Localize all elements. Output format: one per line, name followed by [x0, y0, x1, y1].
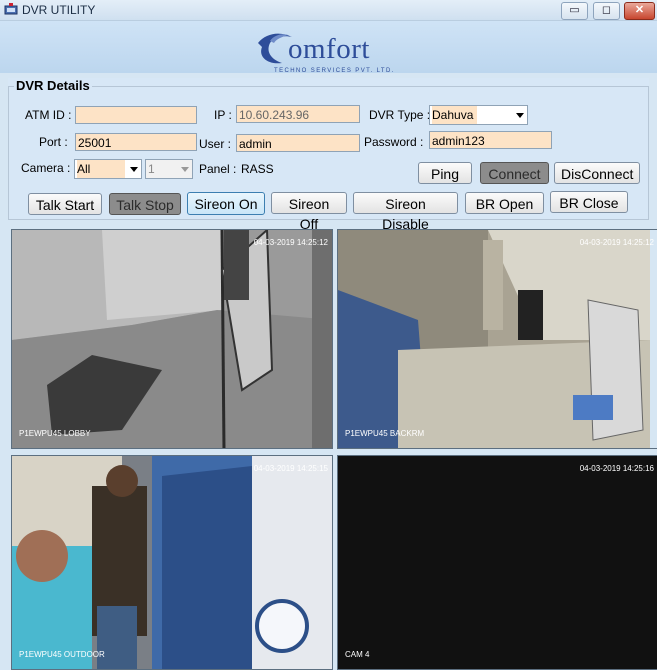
talk-stop-button[interactable]: Talk Stop: [109, 193, 181, 215]
dvr-details-title: DVR Details: [14, 78, 92, 93]
dvr-details-panel: DVR Details ATM ID : IP : 10.60.243.96 D…: [8, 78, 649, 232]
chevron-down-icon: [130, 167, 138, 172]
camera-4-name: CAM 4: [345, 650, 370, 659]
sireon-off-button[interactable]: Sireon Off: [271, 192, 347, 232]
window-title: DVR UTILITY: [22, 3, 96, 17]
camera-view-3[interactable]: 04-03-2019 14:25:15 P1EWPU45 OUTDOOR: [11, 455, 333, 670]
dvr-type-value: Dahuva: [432, 106, 478, 124]
sireon-disable-button[interactable]: Sireon Disable: [353, 192, 458, 232]
talk-start-button[interactable]: Talk Start: [28, 193, 102, 215]
camera-2-feed: [338, 230, 650, 448]
title-bar: DVR UTILITY ▭ ◻ ✕: [0, 0, 657, 21]
logo-wordmark: omfort: [288, 33, 370, 65]
app-icon: [4, 3, 18, 15]
panel-value: RASS: [241, 162, 274, 176]
channel-select[interactable]: 1: [145, 159, 193, 179]
camera-view-4[interactable]: 04-03-2019 14:25:16 CAM 4: [337, 455, 657, 670]
channel-value: 1: [148, 162, 155, 176]
camera-1-feed: [12, 230, 332, 448]
connect-button[interactable]: Connect: [480, 162, 549, 184]
camera-view-1[interactable]: 04-03-2019 14:25:12 P1EWPU45 LOBBY: [11, 229, 333, 449]
camera-2-timestamp: 04-03-2019 14:25:12: [579, 238, 654, 247]
panel-label: Panel :: [199, 162, 237, 176]
minimize-button[interactable]: ▭: [561, 2, 588, 20]
camera-select[interactable]: All: [74, 159, 142, 179]
camera-grid: 04-03-2019 14:25:12 P1EWPU45 LOBBY 04-03…: [8, 226, 657, 670]
disconnect-button[interactable]: DisConnect: [554, 162, 640, 184]
maximize-button[interactable]: ◻: [593, 2, 620, 20]
company-logo: omfort TECHNO SERVICES PVT. LTD.: [256, 25, 406, 74]
user-field[interactable]: admin: [236, 134, 360, 152]
close-button[interactable]: ✕: [624, 2, 655, 20]
camera-3-feed: [12, 456, 332, 669]
port-field[interactable]: 25001: [75, 133, 197, 151]
atm-id-field[interactable]: [75, 106, 197, 124]
dvr-type-label: DVR Type :: [369, 108, 431, 122]
ip-label: IP :: [214, 108, 232, 122]
sireon-on-button[interactable]: Sireon On: [187, 192, 265, 215]
camera-3-name: P1EWPU45 OUTDOOR: [19, 650, 105, 659]
logo-tagline: TECHNO SERVICES PVT. LTD.: [274, 68, 395, 74]
chevron-down-icon: [181, 167, 189, 172]
camera-1-timestamp: 04-03-2019 14:25:12: [253, 238, 328, 247]
dvr-type-select[interactable]: Dahuva: [429, 105, 528, 125]
user-label: User :: [199, 137, 232, 151]
ip-field[interactable]: 10.60.243.96: [236, 105, 360, 123]
camera-3-timestamp: 04-03-2019 14:25:15: [253, 464, 328, 473]
camera-value: All: [77, 160, 125, 178]
password-field[interactable]: admin123: [429, 131, 552, 149]
camera-1-name: P1EWPU45 LOBBY: [19, 429, 91, 438]
br-open-button[interactable]: BR Open: [465, 192, 544, 214]
atm-id-label: ATM ID :: [25, 108, 72, 122]
port-label: Port :: [39, 135, 68, 149]
camera-2-name: P1EWPU45 BACKRM: [345, 429, 425, 438]
camera-4-timestamp: 04-03-2019 14:25:16: [579, 464, 654, 473]
chevron-down-icon: [516, 113, 524, 118]
logo-banner: omfort TECHNO SERVICES PVT. LTD.: [0, 21, 657, 74]
br-close-button[interactable]: BR Close: [550, 191, 628, 213]
camera-view-2[interactable]: 04-03-2019 14:25:12 P1EWPU45 BACKRM: [337, 229, 657, 449]
ping-button[interactable]: Ping: [418, 162, 472, 184]
camera-label: Camera :: [21, 161, 71, 175]
password-label: Password :: [364, 135, 424, 149]
